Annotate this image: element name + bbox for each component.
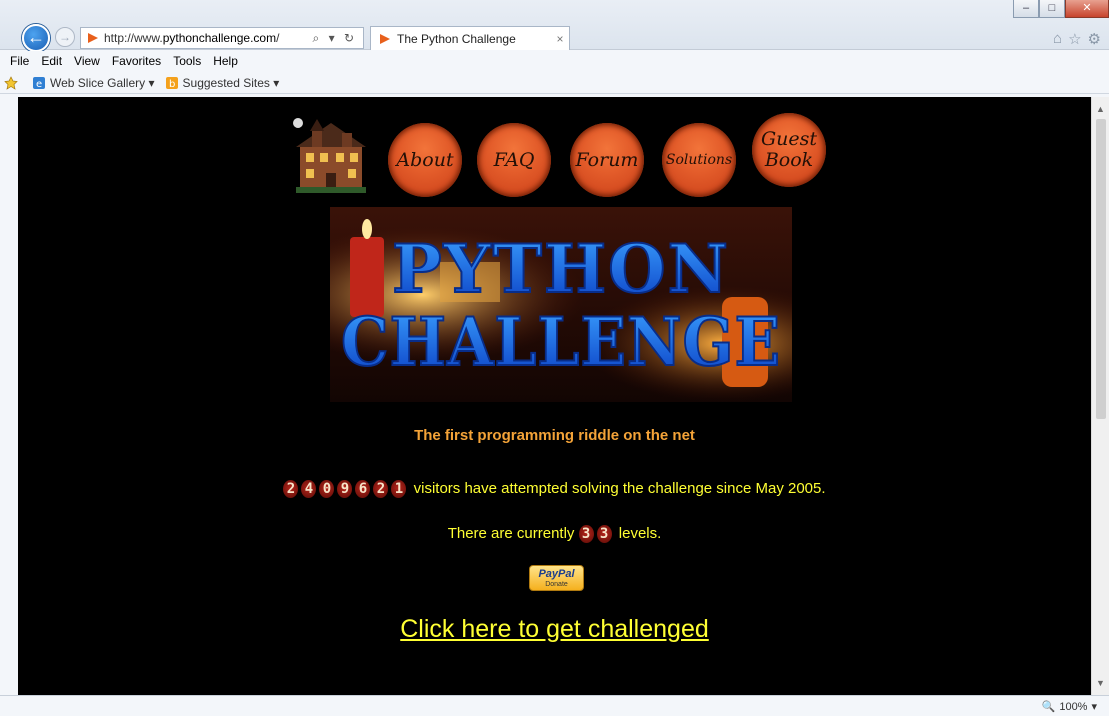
fav-web-slice-gallery[interactable]: e Web Slice Gallery ▾ xyxy=(32,76,155,90)
window-controls: – □ ✕ xyxy=(1013,0,1109,18)
counter-digit: 6 xyxy=(355,480,371,499)
minimize-button[interactable]: – xyxy=(1013,0,1039,18)
zoom-control[interactable]: 🔍 100% ▾ xyxy=(1041,700,1097,714)
zoom-magnifier-icon: 🔍 xyxy=(1041,701,1056,713)
visitor-counter-digits: 2409621 xyxy=(283,480,413,499)
site-favicon-icon xyxy=(88,33,98,43)
levels-suffix: levels. xyxy=(618,525,662,542)
browser-titlebar: – □ ✕ ← → http://www.pythonchallenge.com… xyxy=(0,0,1109,52)
menu-tools[interactable]: Tools xyxy=(173,54,201,68)
favorites-bar: e Web Slice Gallery ▾ b Suggested Sites … xyxy=(0,72,1109,94)
search-refresh-icons[interactable]: ⌕ ▾ ↻ xyxy=(313,31,363,46)
paypal-donate-button[interactable]: PayPal Donate xyxy=(529,565,584,591)
counter-digit: 4 xyxy=(301,480,317,499)
nav-guestbook-button[interactable]: Guest Book xyxy=(752,113,826,187)
tab-title: The Python Challenge xyxy=(397,31,516,46)
paypal-donate-label: Donate xyxy=(545,581,568,588)
banner-line1: PYTHON xyxy=(392,230,730,308)
guestbook-line1: Guest xyxy=(760,128,818,150)
suggested-sites-label: Suggested Sites ▾ xyxy=(182,75,280,90)
close-window-button[interactable]: ✕ xyxy=(1065,0,1109,18)
forward-button[interactable]: → xyxy=(55,27,75,47)
tab-python-challenge[interactable]: The Python Challenge × xyxy=(370,26,570,50)
fav-suggested-sites[interactable]: b Suggested Sites ▾ xyxy=(165,75,280,90)
suggested-sites-icon: b xyxy=(165,76,178,90)
counter-digit: 2 xyxy=(373,480,389,499)
web-slice-icon: e xyxy=(33,76,45,90)
favorites-star-add[interactable] xyxy=(4,75,22,90)
svg-text:b: b xyxy=(169,79,175,90)
site-tagline: The first programming riddle on the net xyxy=(414,427,695,444)
menu-view[interactable]: View xyxy=(74,54,100,68)
site-nav: About FAQ Forum Solutions Guest Book xyxy=(290,109,830,197)
left-gutter xyxy=(0,97,18,695)
maximize-button[interactable]: □ xyxy=(1039,0,1065,18)
get-challenged-link[interactable]: Click here to get challenged xyxy=(18,615,1091,644)
zoom-level: 100% xyxy=(1059,700,1088,713)
menu-edit[interactable]: Edit xyxy=(41,54,62,68)
menu-favorites[interactable]: Favorites xyxy=(112,54,161,68)
browser-toolbar-icons: ⌂ ☆ ⚙ xyxy=(1053,30,1101,48)
menu-file[interactable]: File xyxy=(10,54,29,68)
scroll-up-icon[interactable]: ▲ xyxy=(1092,101,1109,117)
address-url[interactable]: http://www.pythonchallenge.com/ xyxy=(104,31,313,45)
scroll-down-icon[interactable]: ▼ xyxy=(1092,675,1109,691)
counter-digit: 0 xyxy=(319,480,335,499)
visitors-text: visitors have attempted solving the chal… xyxy=(413,480,826,497)
counter-digit: 9 xyxy=(337,480,353,499)
counter-digit: 2 xyxy=(283,480,299,499)
visitor-counter-line: 2409621 visitors have attempted solving … xyxy=(18,480,1091,499)
nav-solutions-button[interactable]: Solutions xyxy=(662,123,736,197)
banner-line2: CHALLENGE xyxy=(341,303,781,381)
guestbook-line2: Book xyxy=(764,149,814,171)
nav-about-button[interactable]: About xyxy=(388,123,462,197)
svg-text:e: e xyxy=(36,79,42,90)
tab-favicon-icon xyxy=(380,33,390,44)
nav-forum-button[interactable]: Forum xyxy=(570,123,644,197)
address-bar[interactable]: http://www.pythonchallenge.com/ ⌕ ▾ ↻ xyxy=(80,27,364,49)
status-bar: 🔍 100% ▾ xyxy=(0,695,1109,716)
paypal-brand: PayPal xyxy=(538,568,575,580)
counter-digit: 1 xyxy=(391,480,407,499)
vertical-scrollbar[interactable]: ▲ ▼ xyxy=(1091,97,1109,695)
level-digit: 3 xyxy=(596,525,612,544)
add-favorite-icon xyxy=(4,75,18,90)
home-icon[interactable]: ⌂ xyxy=(1053,30,1062,48)
haunted-house-logo[interactable] xyxy=(290,115,372,193)
web-slice-label: Web Slice Gallery ▾ xyxy=(50,75,155,90)
nav-faq-button[interactable]: FAQ xyxy=(477,123,551,197)
gear-icon[interactable]: ⚙ xyxy=(1088,30,1101,48)
favorites-star-icon[interactable]: ☆ xyxy=(1068,30,1081,48)
back-button[interactable]: ← xyxy=(22,24,50,52)
menu-bar: File Edit View Favorites Tools Help xyxy=(0,51,1109,71)
scroll-thumb[interactable] xyxy=(1096,119,1106,419)
page-viewport: About FAQ Forum Solutions Guest Book PYT… xyxy=(18,97,1091,695)
level-digit: 3 xyxy=(578,525,594,544)
zoom-dropdown-icon[interactable]: ▾ xyxy=(1091,700,1097,713)
levels-line: There are currently 33 levels. xyxy=(18,525,1091,544)
menu-help[interactable]: Help xyxy=(213,54,238,68)
levels-prefix: There are currently xyxy=(447,525,575,542)
tab-close-icon[interactable]: × xyxy=(551,32,569,46)
python-challenge-banner: PYTHON CHALLENGE xyxy=(330,207,792,402)
